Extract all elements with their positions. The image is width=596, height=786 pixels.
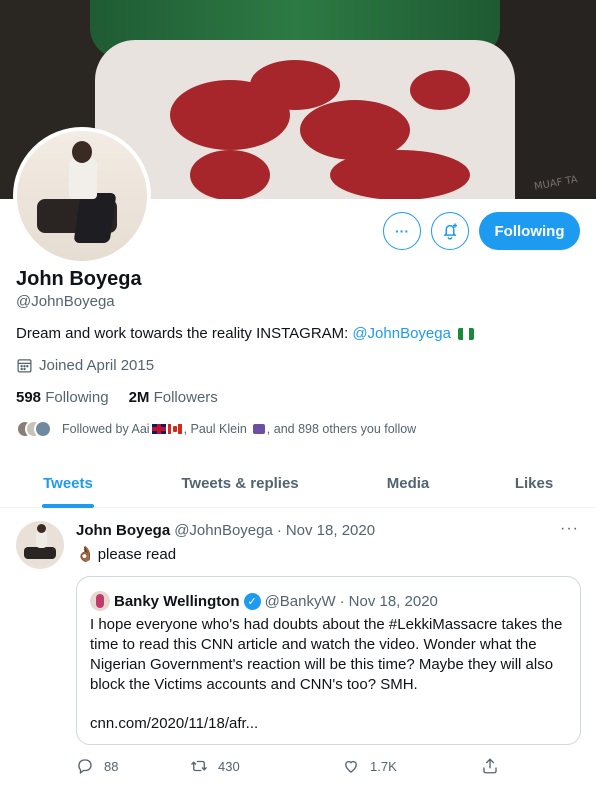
followers-label: Followers xyxy=(153,389,218,406)
following-count-link[interactable]: 598 Following xyxy=(16,389,109,406)
tweet-text: 👌🏾 please read xyxy=(76,545,177,564)
alien-emoji-icon xyxy=(252,424,265,434)
share-button[interactable] xyxy=(481,757,499,775)
like-icon xyxy=(345,760,357,773)
quoted-separator: · xyxy=(339,592,345,610)
bio-instagram-link[interactable]: @JohnBoyega xyxy=(352,325,451,342)
joined-date: Joined April 2015 xyxy=(16,357,154,374)
tab-media[interactable]: Media xyxy=(376,458,440,508)
reply-icon xyxy=(78,759,92,775)
tweet-date[interactable]: Nov 18, 2020 xyxy=(286,522,375,539)
tweet-avatar-seat xyxy=(24,547,56,559)
following-label: Following xyxy=(45,389,109,406)
follower-avatar xyxy=(34,420,52,438)
like-button[interactable]: 1.7K xyxy=(342,757,397,775)
quoted-tweet[interactable]: Banky Wellington ✓ @BankyW · Nov 18, 202… xyxy=(76,576,581,745)
followed-by-middle: , Paul Klein xyxy=(183,422,247,436)
tweet-text-body: please read xyxy=(97,545,177,563)
canada-flag-icon xyxy=(167,424,182,434)
retweet-count: 430 xyxy=(218,758,240,774)
profile-bio: Dream and work towards the reality INSTA… xyxy=(16,325,474,342)
tweet-author-avatar[interactable] xyxy=(16,521,64,569)
tweet-author-handle[interactable]: @JohnBoyega xyxy=(174,522,273,539)
more-icon: ··· xyxy=(395,223,409,239)
tweet-avatar-head xyxy=(37,524,46,533)
tab-tweets-replies-label: Tweets & replies xyxy=(181,474,299,492)
uk-flag-icon xyxy=(151,424,166,434)
profile-handle: @JohnBoyega xyxy=(16,293,115,310)
followed-by-suffix: , and 898 others you follow xyxy=(266,422,417,436)
tab-tweets-label: Tweets xyxy=(43,474,93,492)
ok-hand-emoji-icon: 👌🏾 xyxy=(76,546,95,563)
avatar-figure-head xyxy=(72,141,92,163)
quoted-author-name: Banky Wellington xyxy=(114,592,240,610)
notification-bell-icon xyxy=(443,223,458,240)
quoted-tweet-text: I hope everyone who's had doubts about t… xyxy=(90,616,563,693)
profile-name: John Boyega xyxy=(16,268,142,290)
tab-tweets-replies[interactable]: Tweets & replies xyxy=(170,458,310,508)
tweet-actions: 88 430 1.7K xyxy=(76,757,499,779)
tweet-more-icon[interactable]: ··· xyxy=(560,520,579,538)
share-icon xyxy=(483,758,497,774)
reply-button[interactable]: 88 xyxy=(76,757,118,775)
verified-badge-icon: ✓ xyxy=(243,592,261,610)
quoted-author-avatar xyxy=(90,591,110,611)
retweet-button[interactable]: 430 xyxy=(190,757,240,775)
tab-tweets[interactable]: Tweets xyxy=(42,458,94,508)
following-count: 598 xyxy=(16,389,42,406)
retweet-icon xyxy=(191,760,207,772)
followers-count: 2M xyxy=(128,389,150,406)
tab-likes-label: Likes xyxy=(514,474,554,492)
more-options-button[interactable]: ··· xyxy=(383,212,421,250)
like-count: 1.7K xyxy=(370,758,397,774)
followers-count-link[interactable]: 2M Followers xyxy=(129,389,218,406)
bio-text: Dream and work towards the reality INSTA… xyxy=(16,325,349,342)
notifications-button[interactable] xyxy=(431,212,469,250)
nigeria-flag-icon xyxy=(457,327,474,340)
profile-tabs: Tweets Tweets & replies Media Likes xyxy=(0,458,596,508)
avatar-figure-legs xyxy=(73,193,117,243)
followed-by-prefix: Followed by Aai xyxy=(62,422,150,436)
reply-count: 88 xyxy=(104,758,119,774)
profile-avatar[interactable] xyxy=(13,127,151,265)
quoted-author-handle: @BankyW xyxy=(264,592,336,610)
tab-likes[interactable]: Likes xyxy=(506,458,562,508)
quoted-date: Nov 18, 2020 xyxy=(348,592,438,610)
following-button[interactable]: Following xyxy=(479,212,580,250)
profile-stats: 598 Following 2M Followers xyxy=(16,389,218,406)
quoted-tweet-header: Banky Wellington ✓ @BankyW · Nov 18, 202… xyxy=(90,591,438,611)
calendar-icon xyxy=(17,359,32,373)
follower-avatars xyxy=(16,420,56,438)
active-tab-indicator xyxy=(42,504,94,508)
banner-stain xyxy=(190,150,270,199)
joined-text: Joined April 2015 xyxy=(39,357,155,374)
tweet-separator: · xyxy=(276,522,282,539)
quoted-tweet-link[interactable]: cnn.com/2020/11/18/afr... xyxy=(90,715,258,732)
followed-by[interactable]: Followed by Aai , Paul Klein , and 898 o… xyxy=(16,420,416,438)
banner-stain xyxy=(330,150,470,199)
tweet-author-name[interactable]: John Boyega xyxy=(76,522,170,539)
avatar-figure-body xyxy=(69,157,97,199)
tweet-header: John Boyega @JohnBoyega · Nov 18, 2020 xyxy=(76,522,375,539)
banner-stain xyxy=(250,60,340,110)
tab-media-label: Media xyxy=(386,474,430,492)
banner-stain xyxy=(410,70,470,110)
